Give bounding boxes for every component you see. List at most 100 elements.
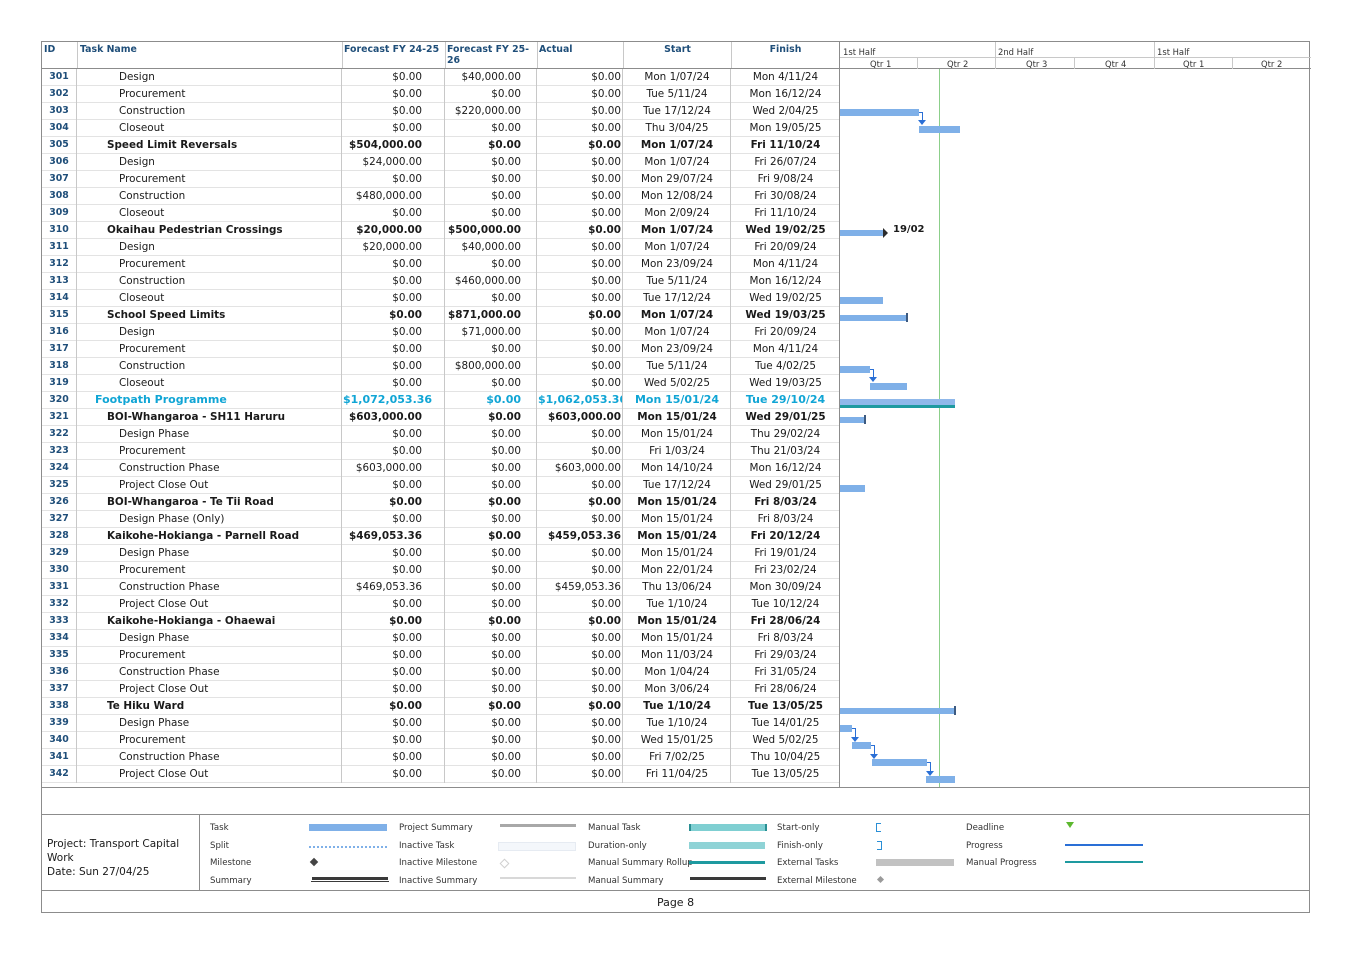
cell-actual: $603,000.00: [538, 460, 623, 477]
summary-bar[interactable]: [840, 708, 955, 714]
table-row[interactable]: 321 BOI-Whangaroa - SH11 Haruru $603,000.0…: [42, 409, 839, 426]
table-row[interactable]: 303 Construction $0.00 $220,000.00 $0.00 Tue …: [42, 103, 839, 120]
task-bar[interactable]: [852, 742, 871, 749]
summary-bar[interactable]: [840, 315, 907, 321]
table-row[interactable]: 316 Design $0.00 $71,000.00 $0.00 Mon 1/07/24…: [42, 324, 839, 341]
cell-f2: $0.00: [446, 86, 537, 103]
timescale-mid-line: [840, 57, 1311, 58]
cell-id: 339: [42, 715, 77, 732]
table-row[interactable]: 325 Project Close Out $0.00 $0.00 $0.00 Tue 1…: [42, 477, 839, 494]
table-row[interactable]: 342 Project Close Out $0.00 $0.00 $0.00 Fri 1…: [42, 766, 839, 783]
cell-id: 315: [42, 307, 77, 324]
cell-actual: $0.00: [538, 698, 623, 715]
col-header-task-name[interactable]: Task Name: [78, 42, 343, 68]
table-row[interactable]: 331 Construction Phase $469,053.36 $0.00 $45…: [42, 579, 839, 596]
cell-name: Design Phase: [78, 715, 342, 732]
table-row[interactable]: 336 Construction Phase $0.00 $0.00 $0.00 Mon …: [42, 664, 839, 681]
table-row[interactable]: 341 Construction Phase $0.00 $0.00 $0.00 Fri …: [42, 749, 839, 766]
table-row[interactable]: 312 Procurement $0.00 $0.00 $0.00 Mon 23/09/2…: [42, 256, 839, 273]
col-header-start[interactable]: Start: [624, 42, 732, 68]
cell-f1: $0.00: [343, 647, 445, 664]
cell-start: Mon 15/01/24: [624, 409, 731, 426]
cell-id: 335: [42, 647, 77, 664]
col-header-forecast-fy25-26[interactable]: Forecast FY 25-26: [446, 42, 538, 68]
cell-start: Thu 13/06/24: [624, 579, 731, 596]
table-row[interactable]: 308 Construction $480,000.00 $0.00 $0.00 Mon …: [42, 188, 839, 205]
cell-f1: $20,000.00: [343, 222, 445, 239]
legend-date: Date: Sun 27/04/25: [47, 866, 150, 878]
table-row[interactable]: 330 Procurement $0.00 $0.00 $0.00 Mon 22/01/2…: [42, 562, 839, 579]
cell-name: Design: [78, 69, 342, 86]
table-row[interactable]: 335 Procurement $0.00 $0.00 $0.00 Mon 11/03/2…: [42, 647, 839, 664]
table-row[interactable]: 309 Closeout $0.00 $0.00 $0.00 Mon 2/09/24 Fri…: [42, 205, 839, 222]
summary-bar[interactable]: [840, 417, 865, 423]
programme-summary-bar[interactable]: [840, 399, 955, 408]
table-row[interactable]: 306 Design $24,000.00 $0.00 $0.00 Mon 1/07/24…: [42, 154, 839, 171]
cell-actual: $0.00: [538, 749, 623, 766]
cell-finish: Mon 30/09/24: [749, 581, 822, 593]
table-row[interactable]: 334 Design Phase $0.00 $0.00 $0.00 Mon 15/01/…: [42, 630, 839, 647]
legend-swatch-project-summary: [500, 824, 576, 827]
cell-f1: $0.00: [343, 375, 445, 392]
table-row[interactable]: 326 BOI-Whangaroa - Te Tii Road $0.00 $0.00…: [42, 494, 839, 511]
table-row[interactable]: 329 Design Phase $0.00 $0.00 $0.00 Mon 15/01/…: [42, 545, 839, 562]
cell-id: 308: [42, 188, 77, 205]
task-bar[interactable]: [840, 366, 870, 373]
table-row[interactable]: 332 Project Close Out $0.00 $0.00 $0.00 Tue 1…: [42, 596, 839, 613]
table-row[interactable]: 322 Design Phase $0.00 $0.00 $0.00 Mon 15/01/…: [42, 426, 839, 443]
cell-name: Construction: [78, 103, 342, 120]
table-row[interactable]: 313 Construction $0.00 $460,000.00 $0.00 Tue …: [42, 273, 839, 290]
col-header-finish[interactable]: Finish: [732, 42, 839, 68]
cell-finish: Mon 16/12/24: [749, 88, 822, 100]
task-bar[interactable]: [926, 776, 955, 783]
cell-start: Tue 5/11/24: [624, 86, 731, 103]
legend-label-summary: Summary: [210, 876, 252, 886]
task-bar[interactable]: [870, 383, 907, 390]
cell-finish: Fri 20/09/24: [754, 326, 817, 338]
table-row[interactable]: 301 Design $0.00 $40,000.00 $0.00 Mon 1/07/24…: [42, 69, 839, 86]
table-row[interactable]: 327 Design Phase (Only) $0.00 $0.00 $0.00 Mon…: [42, 511, 839, 528]
table-row[interactable]: 319 Closeout $0.00 $0.00 $0.00 Wed 5/02/25 Wed…: [42, 375, 839, 392]
cell-f1: $0.00: [343, 256, 445, 273]
cell-f2: $71,000.00: [446, 324, 537, 341]
table-row[interactable]: 314 Closeout $0.00 $0.00 $0.00 Tue 17/12/24 We…: [42, 290, 839, 307]
cell-finish: Fri 28/06/24: [754, 683, 817, 695]
cell-name: Procurement: [78, 443, 342, 460]
table-row[interactable]: 302 Procurement $0.00 $0.00 $0.00 Tue 5/11/24…: [42, 86, 839, 103]
task-bar[interactable]: [840, 109, 919, 116]
cell-start: Mon 15/01/24: [624, 392, 731, 409]
legend-label-manual-progress: Manual Progress: [966, 858, 1037, 868]
table-row[interactable]: 318 Construction $0.00 $800,000.00 $0.00 Tue …: [42, 358, 839, 375]
cell-id: 324: [42, 460, 77, 477]
table-row[interactable]: 310 Okaihau Pedestrian Crossings $20,000.0…: [42, 222, 839, 239]
table-row[interactable]: 311 Design $20,000.00 $40,000.00 $0.00 Mon 1/…: [42, 239, 839, 256]
table-row[interactable]: 324 Construction Phase $603,000.00 $0.00 $60…: [42, 460, 839, 477]
table-row[interactable]: 305 Speed Limit Reversals $504,000.00 $0.00…: [42, 137, 839, 154]
table-row[interactable]: 338 Te Hiku Ward $0.00 $0.00 $0.00 Tue 1/10/2…: [42, 698, 839, 715]
cell-name: Construction Phase: [78, 460, 342, 477]
col-header-id[interactable]: ID: [42, 42, 78, 68]
table-row[interactable]: 307 Procurement $0.00 $0.00 $0.00 Mon 29/07/2…: [42, 171, 839, 188]
task-bar[interactable]: [840, 725, 852, 732]
table-row[interactable]: 337 Project Close Out $0.00 $0.00 $0.00 Mon 3…: [42, 681, 839, 698]
cell-name: Procurement: [78, 171, 342, 188]
task-bar[interactable]: [840, 485, 865, 492]
table-row[interactable]: 340 Procurement $0.00 $0.00 $0.00 Wed 15/01/2…: [42, 732, 839, 749]
table-row[interactable]: 323 Procurement $0.00 $0.00 $0.00 Fri 1/03/24…: [42, 443, 839, 460]
task-bar[interactable]: [872, 759, 927, 766]
cell-start: Mon 22/01/24: [624, 562, 731, 579]
table-row[interactable]: 320 Footpath Programme $1,072,053.36 $0.00 $…: [42, 392, 839, 409]
table-row[interactable]: 339 Design Phase $0.00 $0.00 $0.00 Tue 1/10/2…: [42, 715, 839, 732]
cell-actual: $0.00: [538, 630, 623, 647]
summary-bar[interactable]: [840, 230, 885, 236]
table-row[interactable]: 317 Procurement $0.00 $0.00 $0.00 Mon 23/09/2…: [42, 341, 839, 358]
table-row[interactable]: 328 Kaikohe-Hokianga - Parnell Road $469,0…: [42, 528, 839, 545]
table-row[interactable]: 304 Closeout $0.00 $0.00 $0.00 Thu 3/04/25 Mon…: [42, 120, 839, 137]
col-header-forecast-fy24-25[interactable]: Forecast FY 24-25: [343, 42, 446, 68]
table-row[interactable]: 315 School Speed Limits $0.00 $871,000.00 $0…: [42, 307, 839, 324]
task-bar[interactable]: [919, 126, 960, 133]
cell-name: Closeout: [78, 205, 342, 222]
col-header-actual[interactable]: Actual: [538, 42, 624, 68]
table-row[interactable]: 333 Kaikohe-Hokianga - Ohaewai $0.00 $0.00 $…: [42, 613, 839, 630]
task-bar[interactable]: [840, 297, 883, 304]
